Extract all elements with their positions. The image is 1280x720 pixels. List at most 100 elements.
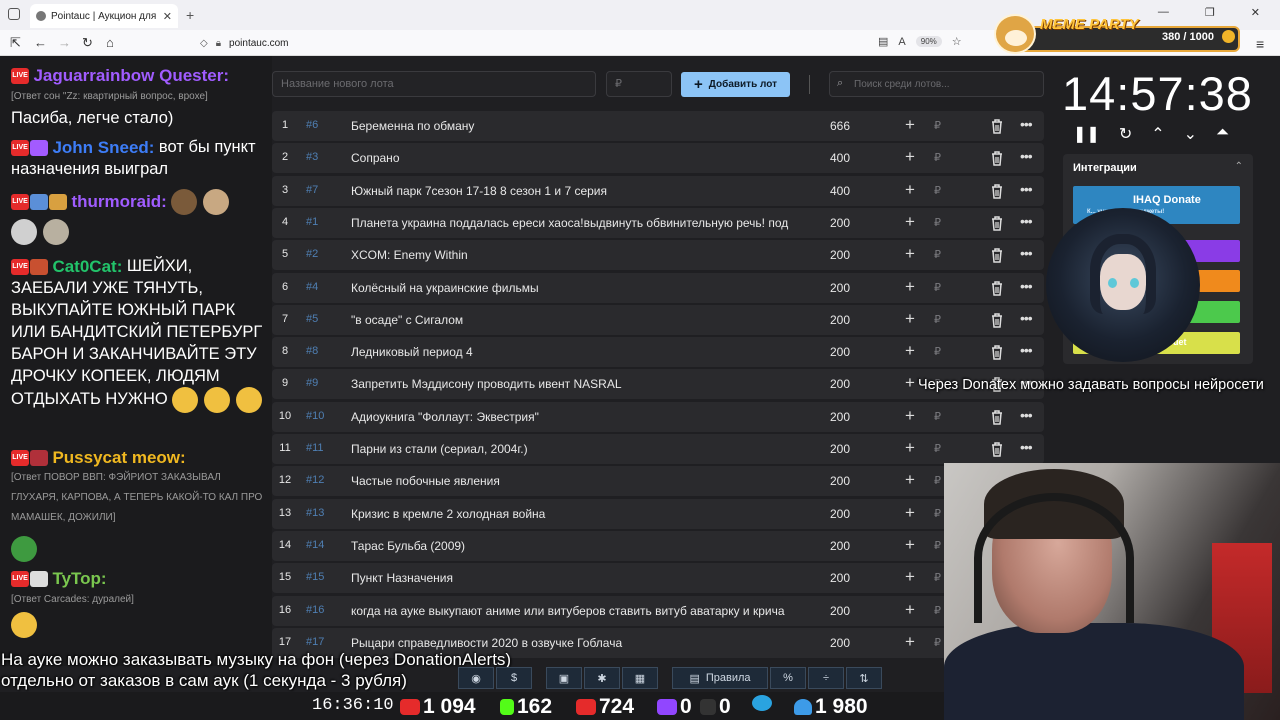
trash-icon[interactable] — [990, 312, 1004, 328]
history-icon[interactable]: ▦ — [622, 667, 658, 689]
lot-amount[interactable]: 400 — [830, 151, 850, 165]
home-icon[interactable]: ⌂ — [106, 35, 114, 50]
trash-icon[interactable] — [990, 344, 1004, 360]
lot-name[interactable]: Рыцари справедливости 2020 в озвучке Гоб… — [351, 636, 803, 650]
lot-search[interactable]: ⌕ — [829, 71, 1044, 97]
lot-name[interactable]: Частые побочные явления — [351, 474, 803, 488]
app-menu-icon[interactable]: ≡ — [1256, 36, 1264, 52]
ruble-icon[interactable]: ₽ — [934, 281, 941, 294]
trash-icon[interactable] — [990, 118, 1004, 134]
add-amount-icon[interactable]: + — [905, 341, 915, 361]
save-icon[interactable]: ▣ — [546, 667, 582, 689]
github-icon[interactable]: ◉ — [458, 667, 494, 689]
lot-name[interactable]: XCOM: Enemy Within — [351, 248, 803, 262]
lot-row[interactable]: 4 #1 Планета украина поддалась ереси хаоса… — [272, 207, 1044, 238]
lot-amount[interactable]: 200 — [830, 507, 850, 521]
ruble-icon[interactable]: ₽ — [934, 507, 941, 520]
lot-amount[interactable]: 200 — [830, 604, 850, 618]
ruble-icon[interactable]: ₽ — [934, 313, 941, 326]
add-amount-icon[interactable]: + — [905, 600, 915, 620]
ruble-icon[interactable]: ₽ — [934, 571, 941, 584]
split-icon[interactable]: ÷ — [808, 667, 844, 689]
close-tab-icon[interactable]: ✕ — [163, 10, 172, 23]
ruble-icon[interactable]: ₽ — [934, 248, 941, 261]
lot-row[interactable]: 14#14Тарас Бульба (2009)200+₽••• — [272, 530, 1044, 561]
trash-icon[interactable] — [990, 409, 1004, 425]
url-bar[interactable]: ◇ 🔒︎ pointauc.com — [200, 33, 970, 53]
lot-amount[interactable]: 200 — [830, 248, 850, 262]
extension-icon[interactable]: ⇱ — [10, 35, 21, 51]
trash-icon[interactable] — [990, 183, 1004, 199]
more-icon[interactable]: ••• — [1020, 310, 1033, 326]
lot-name[interactable]: Адиоукнига "Фоллаут: Эквестрия" — [351, 410, 803, 424]
lot-name[interactable]: когда на ауке выкупают аниме или витубер… — [351, 604, 803, 618]
lot-amount[interactable]: 666 — [830, 119, 850, 133]
new-lot-name-input[interactable] — [272, 71, 596, 97]
lot-row[interactable]: 10 #10 Адиоукнига "Фоллаут: Эквестрия" 200 +… — [272, 401, 1044, 432]
bug-icon[interactable]: ✱ — [584, 667, 620, 689]
add-amount-icon[interactable]: + — [905, 438, 915, 458]
more-icon[interactable]: ••• — [1020, 213, 1033, 229]
chevron-up-icon[interactable]: ⌃ — [1151, 124, 1164, 144]
ruble-icon[interactable]: ₽ — [934, 410, 941, 423]
more-icon[interactable]: ••• — [1020, 148, 1033, 164]
add-amount-icon[interactable]: + — [905, 567, 915, 587]
ruble-icon[interactable]: ₽ — [934, 474, 941, 487]
lot-row[interactable]: 15#15Пункт Назначения200+₽••• — [272, 563, 1044, 594]
lot-name[interactable]: Запретить Мэддисону проводить ивент NASR… — [351, 377, 803, 391]
reset-icon[interactable]: ↻ — [1119, 124, 1132, 144]
lot-row[interactable]: 16 #16 когда на ауке выкупают аниме или ви… — [272, 595, 1044, 626]
lot-amount[interactable]: 200 — [830, 216, 850, 230]
tab-list-icon[interactable] — [8, 8, 20, 20]
lot-row[interactable]: 6 #4 Колёсный на украинские фильмы 200 + ₽ ••• — [272, 272, 1044, 303]
lot-amount[interactable]: 200 — [830, 345, 850, 359]
new-lot-price-input[interactable] — [606, 71, 672, 97]
chevron-down-icon[interactable]: ⌄ — [1184, 124, 1197, 144]
lot-name[interactable]: Планета украина поддалась ереси хаоса!вы… — [351, 216, 803, 230]
more-icon[interactable]: ••• — [1020, 181, 1033, 197]
ruble-icon[interactable]: ₽ — [934, 345, 941, 358]
lot-amount[interactable]: 200 — [830, 281, 850, 295]
ruble-icon[interactable]: ₽ — [934, 442, 941, 455]
browser-tab[interactable]: Pointauc | Аукцион для стрим ✕ — [30, 4, 178, 28]
add-amount-icon[interactable]: + — [905, 244, 915, 264]
add-amount-icon[interactable]: + — [905, 406, 915, 426]
forward-icon[interactable]: → — [58, 35, 71, 50]
lot-row[interactable]: 3 #7 Южный парк 7сезон 17-18 8 сезон 1 и 7… — [272, 175, 1044, 206]
lot-name[interactable]: Сопрано — [351, 151, 803, 165]
lot-name[interactable]: Парни из стали (сериал, 2004г.) — [351, 442, 803, 456]
ruble-icon[interactable]: ₽ — [934, 539, 941, 552]
back-icon[interactable]: ← — [34, 35, 47, 50]
lot-name[interactable]: Пункт Назначения — [351, 571, 803, 585]
lot-amount[interactable]: 200 — [830, 410, 850, 424]
lot-name[interactable]: Ледниковый период 4 — [351, 345, 803, 359]
lot-row[interactable]: 11 #11 Парни из стали (сериал, 2004г.) 200 +… — [272, 434, 1044, 464]
ruble-icon[interactable]: ₽ — [934, 604, 941, 617]
close-window-icon[interactable]: ✕ — [1251, 6, 1260, 19]
lot-amount[interactable]: 400 — [830, 184, 850, 198]
trash-icon[interactable] — [990, 150, 1004, 167]
lot-name[interactable]: Беременна по обману — [351, 119, 803, 133]
reload-icon[interactable]: ↻ — [82, 35, 93, 51]
translate-icon[interactable]: A — [898, 36, 905, 48]
double-up-icon[interactable]: ⏶ — [1216, 124, 1229, 144]
add-amount-icon[interactable]: + — [905, 277, 915, 297]
lot-row[interactable]: 1 #6 Беременна по обману 666 + ₽ ••• — [272, 111, 1044, 141]
add-amount-icon[interactable]: + — [905, 503, 915, 523]
reader-icon[interactable]: ▤ — [878, 35, 888, 48]
trash-icon[interactable] — [990, 247, 1004, 263]
pause-icon[interactable]: ❚❚ — [1073, 124, 1100, 144]
lot-amount[interactable]: 200 — [830, 313, 850, 327]
more-icon[interactable]: ••• — [1020, 342, 1033, 358]
add-amount-icon[interactable]: + — [905, 147, 915, 167]
lot-name[interactable]: Колёсный на украинские фильмы — [351, 281, 803, 295]
add-amount-icon[interactable]: + — [905, 373, 915, 393]
lot-row[interactable]: 5 #2 XCOM: Enemy Within 200 + ₽ ••• — [272, 240, 1044, 271]
lot-row[interactable]: 13 #13 Кризис в кремле 2 холодная война 200… — [272, 498, 1044, 529]
ruble-icon[interactable]: ₽ — [934, 636, 941, 649]
lot-name[interactable]: Кризис в кремле 2 холодная война — [351, 507, 803, 521]
rules-button[interactable]: ▤ Правила — [672, 667, 768, 689]
lot-row[interactable]: 8 #8 Ледниковый период 4 200 + ₽ ••• — [272, 337, 1044, 368]
lot-row[interactable]: 2 #3 Сопрано 400 + ₽ ••• — [272, 143, 1044, 174]
add-amount-icon[interactable]: + — [905, 632, 915, 652]
